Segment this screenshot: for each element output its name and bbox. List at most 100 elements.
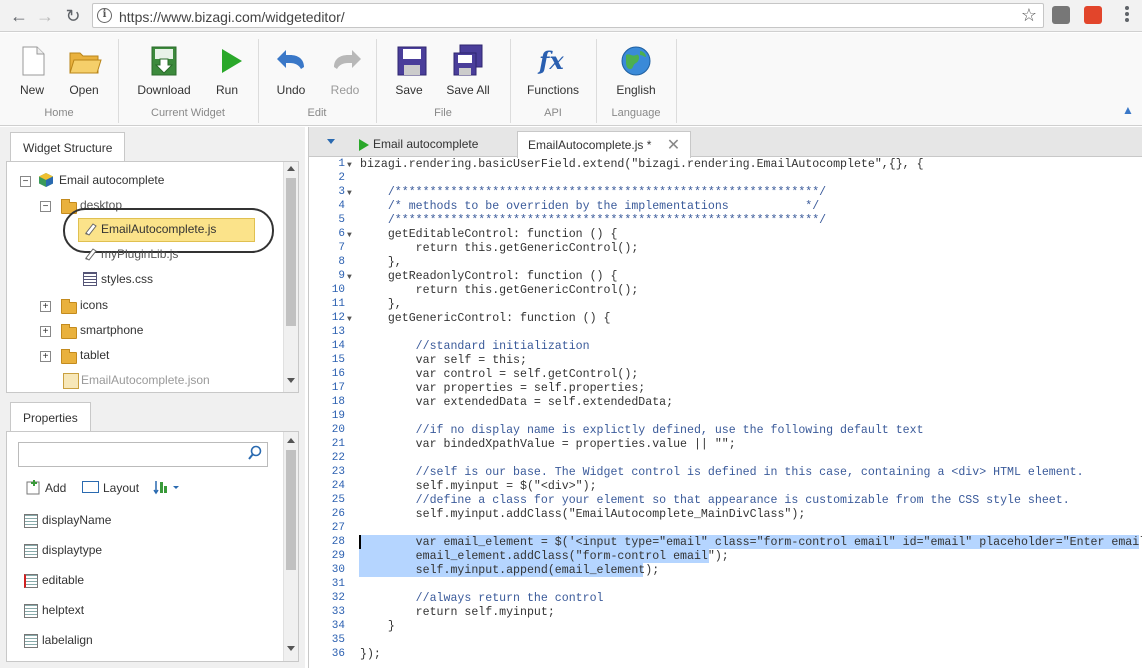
- back-icon[interactable]: ←: [6, 3, 32, 29]
- scroll-up-icon[interactable]: [287, 438, 295, 443]
- property-labelalign[interactable]: labelalign: [24, 630, 93, 650]
- property-editable[interactable]: editable: [24, 570, 84, 590]
- collapse-ribbon-icon[interactable]: ▲: [1122, 103, 1134, 117]
- tree-item-smartphone[interactable]: smartphone: [80, 320, 143, 340]
- js-file-icon: [83, 247, 97, 261]
- open-button[interactable]: Open: [64, 43, 104, 97]
- language-button[interactable]: English: [614, 43, 658, 97]
- scroll-thumb[interactable]: [286, 450, 296, 570]
- code-editor-pane: Email autocomplete EmailAutocomplete.js …: [308, 127, 1142, 668]
- code-line[interactable]: var properties = self.properties;: [360, 382, 646, 395]
- code-line[interactable]: var extendedData = self.extendedData;: [360, 396, 673, 409]
- fold-arrow-icon[interactable]: ▼: [347, 273, 352, 282]
- fold-arrow-icon[interactable]: ▼: [347, 189, 352, 198]
- code-line[interactable]: },: [360, 256, 402, 269]
- tab-emailautocomplete-js[interactable]: EmailAutocomplete.js * ✕: [517, 131, 692, 159]
- reload-icon[interactable]: ↻: [60, 3, 86, 29]
- redo-button[interactable]: Redo: [328, 43, 362, 97]
- tab-properties[interactable]: Properties: [10, 402, 91, 432]
- code-line[interactable]: return this.getGenericControl();: [360, 242, 639, 255]
- run-button[interactable]: Run: [212, 43, 242, 97]
- tree-scrollbar[interactable]: [283, 162, 298, 392]
- code-line[interactable]: bizagi.rendering.basicUserField.extend("…: [360, 158, 924, 171]
- property-displayname[interactable]: displayName: [24, 510, 111, 530]
- line-number: 12: [331, 312, 345, 324]
- save-button[interactable]: Save: [394, 43, 427, 97]
- undo-button[interactable]: Undo: [274, 43, 308, 97]
- code-line[interactable]: var email_element = $('<input type="emai…: [360, 536, 1142, 549]
- code-line[interactable]: /***************************************…: [360, 214, 826, 227]
- new-button[interactable]: New: [14, 43, 50, 97]
- line-number: 2: [338, 172, 345, 184]
- info-icon[interactable]: i: [97, 8, 112, 23]
- functions-button[interactable]: fx Functions: [526, 43, 580, 97]
- code-line[interactable]: getGenericControl: function () {: [360, 312, 611, 325]
- expand-toggle[interactable]: +: [40, 301, 51, 312]
- code-line[interactable]: var bindedXpathValue = properties.value …: [360, 438, 736, 451]
- fold-arrow-icon[interactable]: ▼: [347, 231, 352, 240]
- tree-item-styles-css[interactable]: styles.css: [101, 269, 153, 289]
- search-icon[interactable]: [247, 445, 263, 461]
- url-text[interactable]: https://www.bizagi.com/widgeteditor/: [119, 9, 345, 25]
- code-line[interactable]: //standard initialization: [360, 340, 590, 353]
- collapse-toggle[interactable]: −: [40, 201, 51, 212]
- fold-arrow-icon[interactable]: ▼: [347, 315, 352, 324]
- tree-item-json[interactable]: EmailAutocomplete.json: [81, 370, 210, 390]
- bookmark-star-icon[interactable]: ☆: [1021, 5, 1037, 26]
- address-bar[interactable]: i https://www.bizagi.com/widgeteditor/ ☆: [92, 3, 1044, 28]
- code-line[interactable]: //if no display name is explictly define…: [360, 424, 924, 437]
- layout-button[interactable]: Layout: [103, 481, 139, 495]
- office-extension-icon[interactable]: [1084, 6, 1102, 24]
- tree-item-icons[interactable]: icons: [80, 295, 108, 315]
- scroll-down-icon[interactable]: [287, 646, 295, 651]
- code-line[interactable]: self.myinput = $("<div>");: [360, 480, 597, 493]
- code-line[interactable]: email_element.addClass("form-control ema…: [360, 550, 729, 563]
- expand-toggle[interactable]: +: [40, 326, 51, 337]
- code-line[interactable]: //self is our base. The Widget control i…: [360, 466, 1084, 479]
- save-all-button[interactable]: Save All: [444, 43, 492, 97]
- code-line[interactable]: var self = this;: [360, 354, 527, 367]
- scroll-down-icon[interactable]: [287, 378, 295, 383]
- expand-toggle[interactable]: +: [40, 351, 51, 362]
- property-helptext[interactable]: helptext: [24, 600, 84, 620]
- add-property-button[interactable]: Add: [45, 481, 66, 495]
- tree-item-widget[interactable]: Email autocomplete: [59, 170, 164, 190]
- fold-arrow-icon[interactable]: ▼: [347, 161, 352, 170]
- property-search-input[interactable]: [18, 442, 268, 467]
- code-line[interactable]: /***************************************…: [360, 186, 826, 199]
- code-line[interactable]: }: [360, 620, 395, 633]
- forward-icon[interactable]: →: [32, 3, 58, 29]
- code-line[interactable]: },: [360, 298, 402, 311]
- scroll-up-icon[interactable]: [287, 166, 295, 171]
- close-tab-icon[interactable]: ✕: [667, 133, 680, 159]
- code-line[interactable]: self.myinput.addClass("EmailAutocomplete…: [360, 508, 806, 521]
- code-line[interactable]: getEditableControl: function () {: [360, 228, 618, 241]
- browser-toolbar: ← → ↻ i https://www.bizagi.com/widgetedi…: [0, 0, 1142, 32]
- tree-item-myplugin-js[interactable]: myPluginLib.js: [101, 244, 178, 264]
- tabs-dropdown-icon[interactable]: [327, 139, 335, 144]
- sort-dropdown-icon[interactable]: [153, 479, 183, 495]
- properties-scrollbar[interactable]: [283, 432, 298, 661]
- code-line[interactable]: //always return the control: [360, 592, 604, 605]
- extension-icon[interactable]: [1052, 6, 1070, 24]
- tree-item-emailautocomplete-js[interactable]: EmailAutocomplete.js: [101, 219, 216, 239]
- code-line[interactable]: });: [360, 648, 381, 661]
- tab-widget-structure[interactable]: Widget Structure: [10, 132, 126, 162]
- code-line[interactable]: return self.myinput;: [360, 606, 555, 619]
- property-displaytype[interactable]: displaytype: [24, 540, 102, 560]
- code-line[interactable]: self.myinput.append(email_element);: [360, 564, 660, 577]
- code-line[interactable]: /* methods to be overriden by the implem…: [360, 200, 819, 213]
- code-line[interactable]: getReadonlyControl: function () {: [360, 270, 618, 283]
- code-line[interactable]: //define a class for your element so tha…: [360, 494, 1070, 507]
- code-line[interactable]: return this.getGenericControl();: [360, 284, 639, 297]
- tree-item-tablet[interactable]: tablet: [80, 345, 109, 365]
- browser-menu-icon[interactable]: [1120, 4, 1134, 26]
- line-number: 1: [338, 158, 345, 170]
- tab-email-autocomplete[interactable]: Email autocomplete: [349, 131, 488, 157]
- group-label-home: Home: [44, 107, 74, 119]
- code-line[interactable]: var control = self.getControl();: [360, 368, 639, 381]
- download-button[interactable]: Download: [136, 43, 192, 97]
- code-area[interactable]: 1 ▼ bizagi.rendering.basicUserField.extend…: [309, 157, 1142, 668]
- scroll-thumb[interactable]: [286, 178, 296, 326]
- collapse-toggle[interactable]: −: [20, 176, 31, 187]
